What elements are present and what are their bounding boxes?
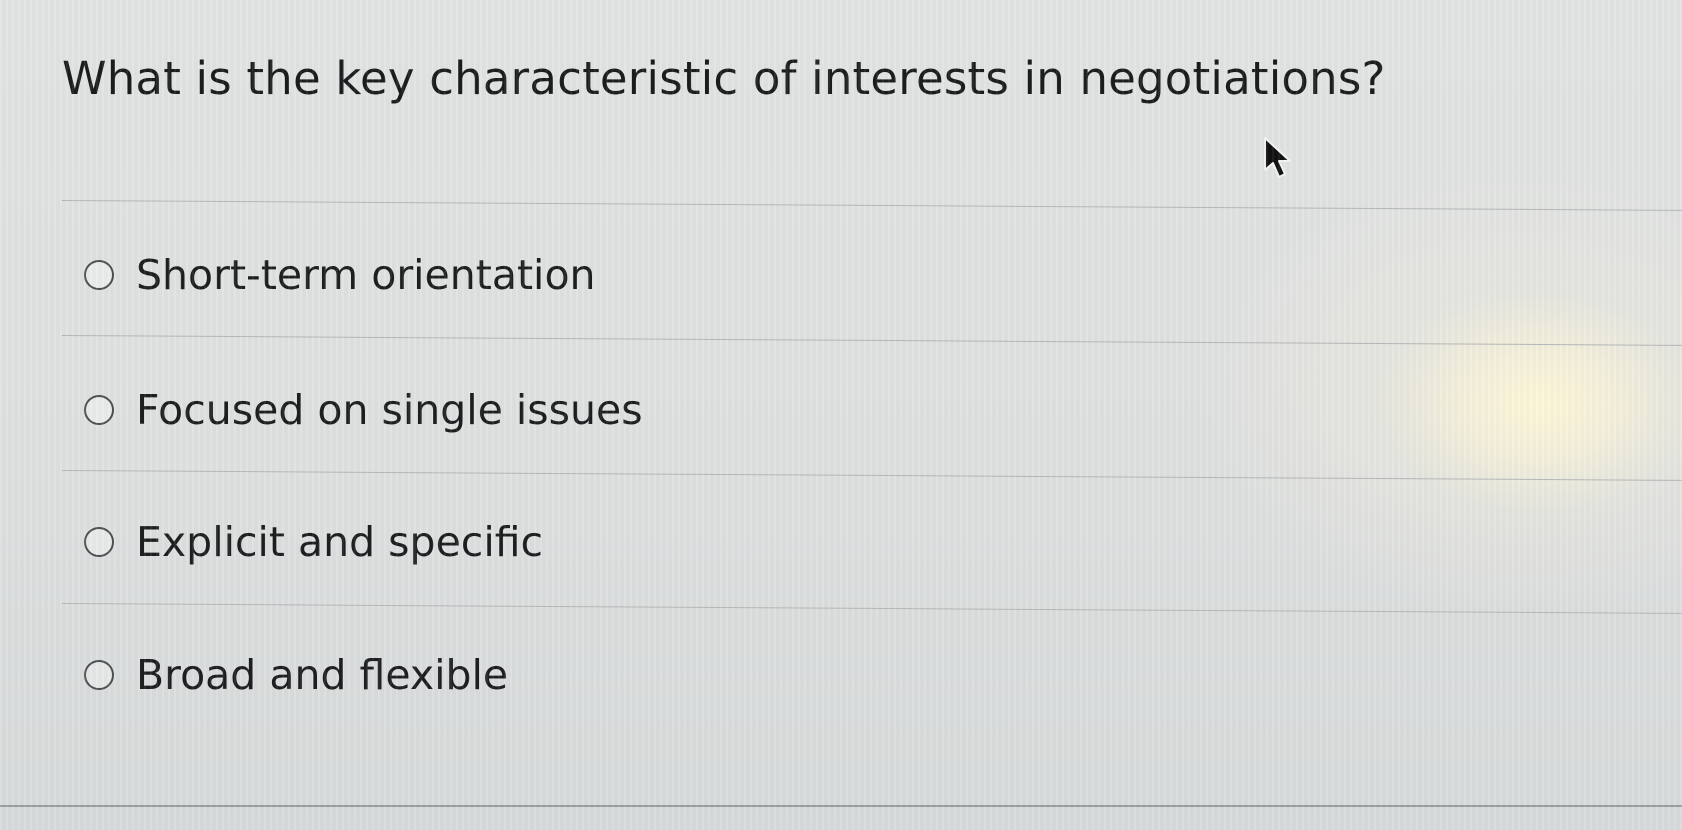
- radio-button[interactable]: [84, 527, 114, 557]
- divider: [61, 603, 1682, 614]
- option-broad-and-flexible[interactable]: Broad and flexible: [84, 645, 508, 705]
- option-short-term-orientation[interactable]: Short-term orientation: [84, 245, 596, 305]
- option-label: Focused on single issues: [136, 386, 643, 434]
- option-label: Broad and flexible: [136, 651, 509, 699]
- radio-button[interactable]: [84, 395, 114, 425]
- option-focused-on-single-issues[interactable]: Focused on single issues: [84, 380, 643, 440]
- screen-photo: What is the key characteristic of intere…: [0, 0, 1682, 830]
- radio-button[interactable]: [84, 260, 114, 290]
- divider: [61, 470, 1682, 481]
- divider: [61, 200, 1682, 211]
- mouse-pointer-icon: [1264, 137, 1291, 178]
- question-card: What is the key characteristic of intere…: [0, 0, 1682, 807]
- option-explicit-and-specific[interactable]: Explicit and specific: [84, 512, 543, 572]
- question-text: What is the key characteristic of intere…: [62, 52, 1386, 105]
- radio-button[interactable]: [84, 660, 114, 690]
- option-label: Explicit and specific: [136, 518, 544, 566]
- option-label: Short-term orientation: [136, 251, 596, 299]
- divider: [61, 335, 1682, 346]
